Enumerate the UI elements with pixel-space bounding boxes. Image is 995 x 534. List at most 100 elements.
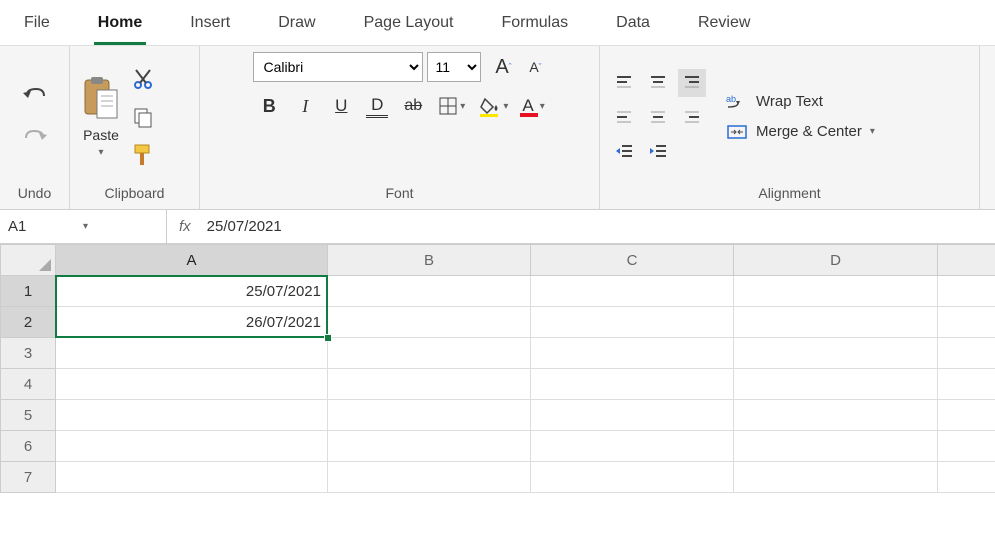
name-box-value: A1: [8, 218, 83, 235]
cell-b1[interactable]: [328, 276, 531, 307]
fill-handle[interactable]: [324, 334, 332, 342]
alignment-spacer: [678, 137, 706, 165]
tab-data[interactable]: Data: [592, 0, 674, 45]
cell-c2[interactable]: [531, 307, 734, 338]
ribbon: Undo Paste ▾ Clipbo: [0, 46, 995, 210]
cell-c1[interactable]: [531, 276, 734, 307]
tab-review[interactable]: Review: [674, 0, 774, 45]
tab-page-layout[interactable]: Page Layout: [340, 0, 478, 45]
borders-button[interactable]: ▾: [438, 94, 465, 118]
row-header-6[interactable]: 6: [0, 431, 56, 462]
cell-a5[interactable]: [56, 400, 328, 431]
underline-button[interactable]: U: [330, 94, 352, 118]
cell-e1[interactable]: [938, 276, 995, 307]
cell-b5[interactable]: [328, 400, 531, 431]
fill-color-button[interactable]: ▾: [479, 94, 508, 118]
cell-c4[interactable]: [531, 369, 734, 400]
font-color-button[interactable]: A ▾: [522, 94, 544, 118]
cell-a7[interactable]: [56, 462, 328, 493]
formula-input[interactable]: 25/07/2021: [207, 218, 282, 235]
cell-d7[interactable]: [734, 462, 938, 493]
double-underline-button[interactable]: D: [366, 94, 388, 118]
cell-b2[interactable]: [328, 307, 531, 338]
cell-a1[interactable]: 25/07/2021: [56, 276, 328, 307]
cell-b6[interactable]: [328, 431, 531, 462]
cell-e6[interactable]: [938, 431, 995, 462]
cell-d6[interactable]: [734, 431, 938, 462]
decrease-indent[interactable]: [610, 137, 638, 165]
alignment-group: ab Wrap Text Merge & Center ▾ Alignment: [600, 46, 980, 209]
increase-font-button[interactable]: Aˆ: [493, 55, 515, 79]
cell-d2[interactable]: [734, 307, 938, 338]
cell-e4[interactable]: [938, 369, 995, 400]
cell-e2[interactable]: [938, 307, 995, 338]
chevron-down-icon: ▾: [83, 221, 158, 232]
paste-button[interactable]: Paste ▾: [80, 75, 122, 158]
undo-button[interactable]: [22, 84, 48, 108]
decrease-font-button[interactable]: Aˇ: [525, 55, 547, 79]
wrap-text-button[interactable]: ab Wrap Text: [726, 93, 875, 111]
row-header-4[interactable]: 4: [0, 369, 56, 400]
col-header-a[interactable]: A: [56, 244, 328, 276]
italic-button[interactable]: I: [294, 94, 316, 118]
cell-d1[interactable]: [734, 276, 938, 307]
row-header-1[interactable]: 1: [0, 276, 56, 307]
tab-file[interactable]: File: [0, 0, 74, 45]
align-middle-right[interactable]: [678, 103, 706, 131]
cell-a4[interactable]: [56, 369, 328, 400]
clipboard-group-label: Clipboard: [80, 181, 189, 207]
tab-formulas[interactable]: Formulas: [477, 0, 592, 45]
ribbon-tabs: File Home Insert Draw Page Layout Formul…: [0, 0, 995, 46]
bold-button[interactable]: B: [258, 94, 280, 118]
cell-d4[interactable]: [734, 369, 938, 400]
cell-e3[interactable]: [938, 338, 995, 369]
cell-d5[interactable]: [734, 400, 938, 431]
align-middle-center[interactable]: [644, 103, 672, 131]
col-header-b[interactable]: B: [328, 244, 531, 276]
svg-text:ab: ab: [726, 94, 736, 104]
cell-c6[interactable]: [531, 431, 734, 462]
row-header-5[interactable]: 5: [0, 400, 56, 431]
align-top-left[interactable]: [610, 69, 638, 97]
cell-a6[interactable]: [56, 431, 328, 462]
tab-insert[interactable]: Insert: [166, 0, 254, 45]
row-header-2[interactable]: 2: [0, 307, 56, 338]
cell-a2[interactable]: 26/07/2021: [56, 307, 328, 338]
font-size-select[interactable]: 11: [427, 52, 481, 82]
strikethrough-button[interactable]: ab: [402, 94, 424, 118]
align-top-right[interactable]: [678, 69, 706, 97]
select-all-corner[interactable]: [0, 244, 56, 276]
tab-draw[interactable]: Draw: [254, 0, 339, 45]
copy-button[interactable]: [132, 105, 154, 129]
col-header-d[interactable]: D: [734, 244, 938, 276]
fx-icon[interactable]: fx: [179, 218, 191, 235]
cell-e7[interactable]: [938, 462, 995, 493]
cell-b7[interactable]: [328, 462, 531, 493]
col-header-e[interactable]: [938, 244, 995, 276]
tab-home[interactable]: Home: [74, 0, 166, 45]
wrap-text-label: Wrap Text: [756, 93, 823, 110]
merge-center-button[interactable]: Merge & Center ▾: [726, 123, 875, 141]
cell-c5[interactable]: [531, 400, 734, 431]
cell-b3[interactable]: [328, 338, 531, 369]
align-middle-left[interactable]: [610, 103, 638, 131]
font-name-select[interactable]: Calibri: [253, 52, 423, 82]
cell-e5[interactable]: [938, 400, 995, 431]
undo-group-label: Undo: [10, 181, 59, 207]
cut-button[interactable]: [132, 67, 154, 91]
name-box[interactable]: A1 ▾: [0, 210, 167, 243]
increase-indent[interactable]: [644, 137, 672, 165]
cell-d3[interactable]: [734, 338, 938, 369]
row-header-3[interactable]: 3: [0, 338, 56, 369]
cell-b4[interactable]: [328, 369, 531, 400]
col-header-c[interactable]: C: [531, 244, 734, 276]
redo-button[interactable]: [22, 126, 48, 150]
format-painter-button[interactable]: [132, 143, 154, 167]
align-top-center[interactable]: [644, 69, 672, 97]
paste-label: Paste: [83, 127, 119, 143]
cell-c7[interactable]: [531, 462, 734, 493]
cell-a3[interactable]: [56, 338, 328, 369]
merge-center-label: Merge & Center: [756, 123, 862, 140]
row-header-7[interactable]: 7: [0, 462, 56, 493]
cell-c3[interactable]: [531, 338, 734, 369]
